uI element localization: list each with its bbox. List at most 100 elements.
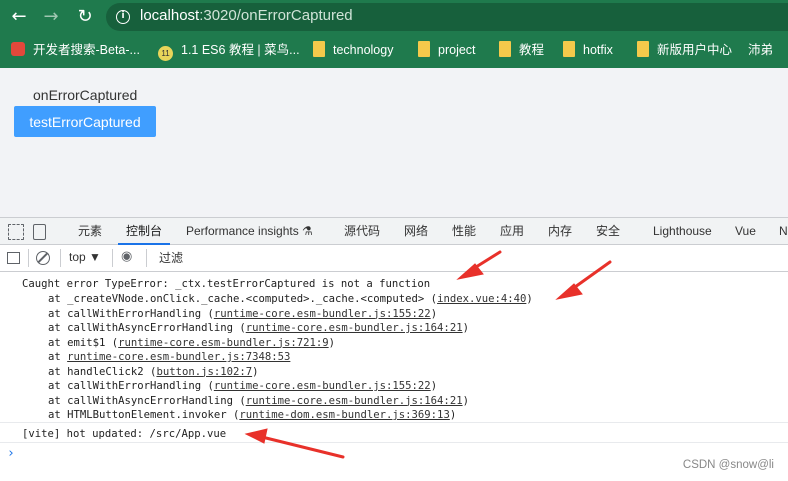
stack-frame: at HTMLButtonElement.invoker (runtime-do… xyxy=(48,408,456,422)
stack-frame-text: at HTMLButtonElement.invoker ( xyxy=(48,409,240,421)
device-toolbar-icon[interactable] xyxy=(33,224,46,240)
stack-frame-text: at callWithAsyncErrorHandling ( xyxy=(48,322,246,334)
source-link[interactable]: runtime-core.esm-bundler.js:155:22 xyxy=(214,308,431,320)
paw-icon xyxy=(11,42,25,56)
stack-frame-text: at _createVNode.onClick._cache.<computed… xyxy=(48,293,438,305)
bookmark-last[interactable]: 沛弟 xyxy=(748,40,773,120)
tab-elements[interactable]: 元素 xyxy=(78,218,102,245)
stack-frame-text: ) xyxy=(462,322,469,334)
url-text[interactable]: localhost:3020/onErrorCaptured xyxy=(140,7,353,24)
bookmark-label: 1.1 ES6 教程 | 菜鸟... xyxy=(181,43,300,57)
tab-performance[interactable]: 性能 xyxy=(452,218,476,245)
folder-icon xyxy=(563,41,575,57)
url-path: :3020/onErrorCaptured xyxy=(199,7,353,24)
bookmark-project[interactable]: project xyxy=(418,40,476,60)
source-link[interactable]: runtime-core.esm-bundler.js:164:21 xyxy=(246,395,463,407)
stack-frame-text: at callWithErrorHandling ( xyxy=(48,380,214,392)
divider xyxy=(112,249,113,267)
folder-icon xyxy=(637,41,649,57)
bookmark-label: project xyxy=(438,43,476,57)
test-error-captured-button[interactable]: testErrorCaptured xyxy=(14,106,156,137)
tab-performance-insights[interactable]: Performance insights ⚗ xyxy=(186,218,313,245)
tab-memory[interactable]: 内存 xyxy=(548,218,572,245)
stack-frame: at _createVNode.onClick._cache.<computed… xyxy=(48,292,533,306)
bookmark-label: hotfix xyxy=(583,43,613,57)
stack-frame: at callWithErrorHandling (runtime-core.e… xyxy=(48,379,437,393)
page-viewport: onErrorCaptured testErrorCaptured xyxy=(0,68,788,217)
globe-icon: 11 xyxy=(158,46,173,61)
divider xyxy=(60,249,61,267)
info-icon[interactable]: i xyxy=(116,10,130,24)
divider xyxy=(146,249,147,267)
divider xyxy=(0,422,788,423)
stack-frame: at handleClick2 (button.js:102:7) xyxy=(48,365,259,379)
stack-frame-text: ) xyxy=(430,307,438,320)
folder-icon xyxy=(499,41,511,57)
tab-vue[interactable]: Vue xyxy=(735,218,756,245)
tab-more[interactable]: N xyxy=(779,218,788,245)
divider xyxy=(0,442,788,443)
stack-frame-text: ) xyxy=(449,409,457,421)
source-link[interactable]: runtime-core.esm-bundler.js:721:9 xyxy=(118,337,328,349)
stack-frame: at callWithErrorHandling (runtime-core.e… xyxy=(48,307,437,321)
console-toolbar: top ▼ ◉ xyxy=(0,245,788,272)
vite-message: [vite] hot updated: /src/App.vue xyxy=(22,428,227,440)
stack-frame: at callWithAsyncErrorHandling (runtime-c… xyxy=(48,321,469,335)
bookmark-technology[interactable]: technology xyxy=(313,40,393,60)
bookmark-label: 开发者搜索-Beta-... xyxy=(33,43,140,57)
source-link[interactable]: runtime-dom.esm-bundler.js:369:13 xyxy=(239,409,449,421)
error-message: Caught error TypeError: _ctx.testErrorCa… xyxy=(22,278,431,290)
bookmark-label: technology xyxy=(333,43,394,57)
clear-console-icon[interactable] xyxy=(36,251,50,265)
tab-security[interactable]: 安全 xyxy=(596,218,620,245)
folder-icon xyxy=(313,41,325,57)
address-bar[interactable]: i localhost:3020/onErrorCaptured xyxy=(106,3,788,31)
bookmarks-bar: 开发者搜索-Beta-... 11 1.1 ES6 教程 | 菜鸟... tech… xyxy=(0,36,788,120)
context-selector[interactable]: top ▼ xyxy=(69,250,101,264)
bookmark-user-center[interactable]: 新版用户中心 xyxy=(637,40,732,60)
stack-frame-text: ) xyxy=(328,336,336,349)
browser-chrome: ← → ↻ i localhost:3020/onErrorCaptured 开… xyxy=(0,0,788,120)
bookmark-tutorial[interactable]: 教程 xyxy=(499,40,544,60)
tab-console[interactable]: 控制台 xyxy=(118,218,171,245)
stack-frame: at emit$1 (runtime-core.esm-bundler.js:7… xyxy=(48,336,335,350)
source-link[interactable]: index.vue:4:40 xyxy=(437,293,526,305)
tab-lighthouse[interactable]: Lighthouse xyxy=(653,218,712,245)
stack-frame: at runtime-core.esm-bundler.js:7348:53 xyxy=(48,350,290,364)
forward-arrow-icon[interactable]: → xyxy=(40,6,62,28)
stack-frame-text: ) xyxy=(526,293,533,305)
stack-frame-text: at callWithAsyncErrorHandling ( xyxy=(48,394,246,407)
source-link[interactable]: runtime-core.esm-bundler.js:155:22 xyxy=(214,380,431,392)
watermark: CSDN @snow@li xyxy=(682,459,774,471)
bookmark-dev-search[interactable]: 开发者搜索-Beta-... xyxy=(11,40,140,60)
bookmark-es6[interactable]: 11 1.1 ES6 教程 | 菜鸟... xyxy=(158,40,300,61)
stack-frame-text: ) xyxy=(252,365,259,378)
bookmark-label: 教程 xyxy=(519,43,545,57)
tab-network[interactable]: 网络 xyxy=(404,218,428,245)
source-link[interactable]: runtime-core.esm-bundler.js:7348:53 xyxy=(67,351,290,363)
filter-input[interactable] xyxy=(153,248,773,268)
stack-frame-text: at xyxy=(48,351,68,363)
reload-icon[interactable]: ↻ xyxy=(74,6,96,28)
stack-frame-text: at handleClick2 ( xyxy=(48,365,157,378)
bookmark-label: 新版用户中心 xyxy=(657,43,733,57)
stack-frame-text: at emit$1 ( xyxy=(48,336,119,349)
console-output: Caught error TypeError: _ctx.testErrorCa… xyxy=(0,272,788,481)
stack-frame-text: at callWithErrorHandling ( xyxy=(48,307,214,320)
sidebar-toggle-icon[interactable] xyxy=(7,252,20,264)
stack-frame-text: ) xyxy=(430,380,438,392)
url-host: localhost xyxy=(140,7,200,24)
component-title: onErrorCaptured xyxy=(33,87,138,103)
tab-application[interactable]: 应用 xyxy=(500,218,524,245)
stack-frame: at callWithAsyncErrorHandling (runtime-c… xyxy=(48,394,469,408)
console-prompt[interactable]: › xyxy=(7,446,15,461)
back-arrow-icon[interactable]: ← xyxy=(8,6,30,28)
eye-icon[interactable]: ◉ xyxy=(121,250,137,263)
folder-icon xyxy=(418,41,430,57)
address-row: ← → ↻ i localhost:3020/onErrorCaptured xyxy=(0,0,788,34)
inspect-element-icon[interactable] xyxy=(8,224,24,240)
bookmark-hotfix[interactable]: hotfix xyxy=(563,40,613,60)
source-link[interactable]: runtime-core.esm-bundler.js:164:21 xyxy=(246,322,463,334)
tab-sources[interactable]: 源代码 xyxy=(344,218,380,245)
source-link[interactable]: button.js:102:7 xyxy=(156,366,252,378)
